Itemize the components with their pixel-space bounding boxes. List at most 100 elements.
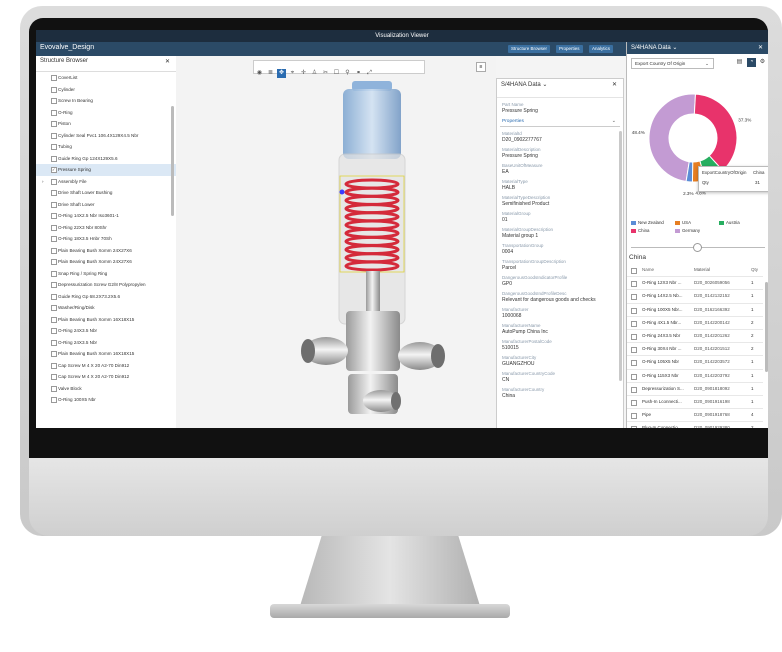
scrollbar[interactable] [171,106,174,216]
tree-item[interactable]: Washer/Ring/Disk [36,302,176,314]
table-row[interactable]: O-Ring 30X4 Nbr ... D20_0142201512 2 [627,343,763,357]
checkbox[interactable] [51,293,57,300]
legend-item[interactable]: Germany [675,228,719,233]
checkbox[interactable] [631,294,637,301]
table-row[interactable]: O-Ring 105X5 Nbr D20_0142203572 1 [627,356,763,370]
checkbox[interactable] [51,201,57,208]
legend-item[interactable]: Austria [719,220,763,225]
tree-item[interactable]: O-Ring 100X5 Nbr [36,394,176,406]
tree-item[interactable]: ✓ Pressure Spring [36,164,176,176]
checkbox[interactable] [51,132,57,139]
checkbox[interactable] [51,144,57,150]
tree-item[interactable]: Cap Screw M 4 X 20 A2-70 Din912 [36,371,176,383]
3d-viewport[interactable]: ◉ ≣ ✥ ⌖ ✛ ♙ ✂ ☐ ⚲ ⚭ ⤢ ≡ [176,56,496,428]
structure-browser-button[interactable]: Structure Browser [508,45,551,53]
tree-item[interactable]: Piston [36,118,176,130]
tree-item[interactable]: Drive Shaft Lower [36,199,176,211]
valve-model[interactable] [176,56,496,428]
table-row[interactable]: O-Ring 14X2.5 Nb... D20_0142132152 1 [627,290,763,304]
chart-icon[interactable]: ◔ [747,58,756,67]
checkbox[interactable] [51,385,57,392]
tree-item[interactable]: O-Ring 22X3 Nbr 80Shr [36,222,176,234]
table-row[interactable]: O-Ring 12X3 Nbr ... D20_0026059056 1 [627,277,763,291]
table-row[interactable]: O-Ring 100X5 Nbr... D20_0162166392 1 [627,304,763,317]
analytics-button[interactable]: Analytics [589,45,614,53]
table-row[interactable]: Depressurization S... D20_0901818092 1 [627,383,763,396]
tree-item[interactable]: › Assembly File [36,176,176,188]
tree-item[interactable]: Screw In Bearing [36,95,176,107]
table-row[interactable]: Plug-In Connectio... D20_0901929380 2 [627,422,763,428]
tree-item[interactable]: Guide Ring Gp 68.2X73.2X5.6 [36,291,176,303]
tree-item[interactable]: Plain Bearing Bush Xomm 24X27X6 [36,245,176,257]
dimension-select[interactable]: Export Country Of Origin ⌄ [631,58,714,69]
table-row[interactable]: O-Ring 4X1.5 Nbr... D20_0142200142 2 [627,317,763,330]
checkbox[interactable]: ✓ [51,167,57,173]
tree-item[interactable]: Plain Bearing Bush Xomm 24X27X6 [36,256,176,268]
checkbox[interactable] [51,339,57,346]
tree-item[interactable]: Cylinder Seal Pvc1 106.4X129X4.5 Nbr [36,130,176,142]
tree-item[interactable]: O-Ring [36,107,176,119]
checkbox[interactable] [51,397,57,403]
checkbox[interactable] [631,373,637,380]
checkbox[interactable] [51,316,57,323]
properties-section[interactable]: Properties ⌄ [500,117,620,127]
checkbox[interactable] [51,362,57,369]
tree-item[interactable]: Depressurization Screw G2/8 Polypropylen [36,279,176,291]
checkbox[interactable] [51,328,57,334]
checkbox[interactable] [51,155,57,162]
tree-item[interactable]: Cap Screw M 4 X 20 A2-70 Din912 [36,360,176,372]
tree-item[interactable]: Valve Block [36,383,176,395]
table-icon[interactable]: ▤ [735,58,744,67]
checkbox[interactable] [51,98,57,104]
legend-item[interactable]: China [631,228,675,233]
table-row[interactable]: Push-In Lconnecti... D20_0901916198 1 [627,396,763,410]
checkbox[interactable] [631,347,637,354]
checkbox[interactable] [631,360,637,367]
checkbox[interactable] [51,305,57,311]
checkbox[interactable] [631,399,637,406]
chevron-down-icon[interactable]: ⌄ [542,82,547,88]
settings-icon[interactable]: ⚙ [758,58,767,67]
checkbox[interactable] [51,121,57,127]
tree-item[interactable]: O-Ring 24X3.5 Nbr [36,337,176,349]
legend-item[interactable]: New Zealand [631,220,675,225]
splitter-handle[interactable] [693,243,702,252]
close-icon[interactable]: ✕ [612,81,617,88]
checkbox[interactable] [51,374,57,380]
tree-item[interactable]: Guide Ring Gp 124X129X5.6 [36,153,176,165]
scrollbar[interactable] [619,131,622,381]
chevron-down-icon[interactable]: ⌄ [672,45,677,51]
checkbox[interactable] [631,320,637,327]
tree-item[interactable]: O-Ring 24X3.5 Nbr [36,325,176,337]
checkbox[interactable] [631,307,637,314]
checkbox[interactable] [51,270,57,277]
tree-item[interactable]: Cylinder [36,84,176,96]
tree-item[interactable]: Drive Shaft Lower Bushing [36,187,176,199]
checkbox[interactable] [51,282,57,288]
properties-button[interactable]: Properties [556,45,583,53]
checkbox[interactable] [631,268,637,274]
donut-chart[interactable]: 48.4%37.3%7.2%4.8%2.3% [627,72,768,222]
tree-item[interactable]: Tubing [36,141,176,153]
checkbox[interactable] [51,224,57,231]
checkbox[interactable] [51,351,57,357]
checkbox[interactable] [51,247,57,254]
checkbox[interactable] [631,426,637,428]
checkbox[interactable] [51,213,57,219]
scrollbar[interactable] [765,282,768,372]
tree-item[interactable]: Plain Bearing Bush Xomm 16X18X15 [36,348,176,360]
checkbox[interactable] [51,109,57,116]
filter-icon[interactable]: ≡ [476,62,486,72]
checkbox[interactable] [51,236,57,242]
close-icon[interactable]: ✕ [758,42,763,54]
tree-item[interactable]: CoverList [36,72,176,84]
checkbox[interactable] [51,86,57,93]
checkbox[interactable] [51,190,57,196]
checkbox[interactable] [51,178,57,185]
legend-item[interactable]: USA [675,220,719,225]
table-row[interactable]: O-Ring 24X3.5 Nbr D20_0142201262 2 [627,330,763,344]
checkbox[interactable] [51,259,57,265]
checkbox[interactable] [631,386,637,393]
tree-item[interactable]: Plain Bearing Bush Xomm 16X18X15 [36,314,176,326]
checkbox[interactable] [631,413,637,420]
